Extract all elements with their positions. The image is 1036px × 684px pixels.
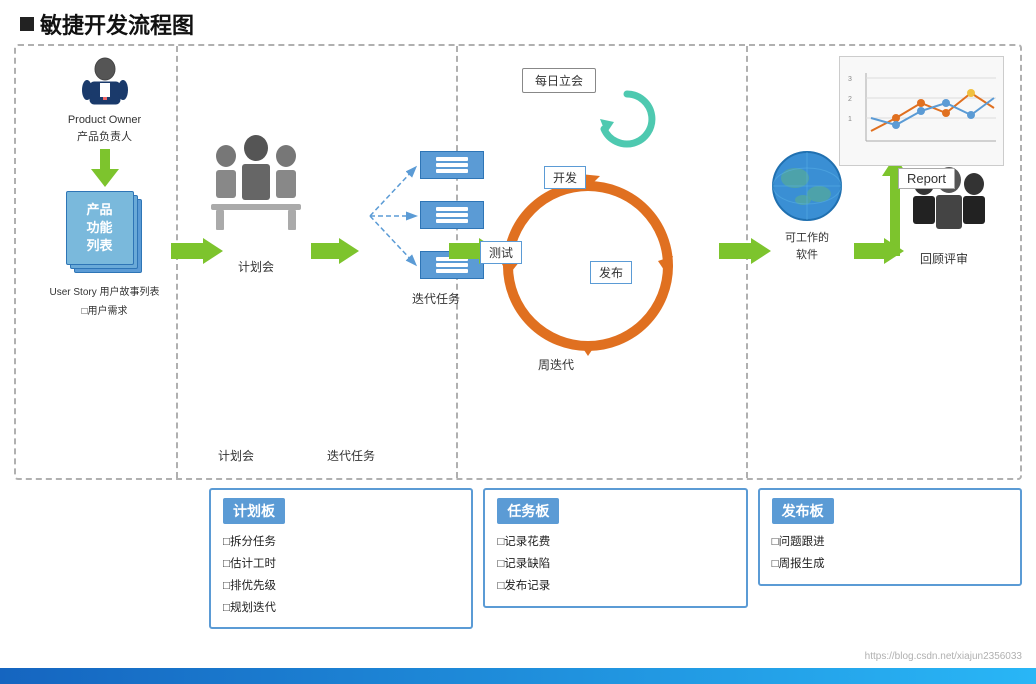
release-board: 发布板 □问题跟进 □周报生成 bbox=[758, 488, 1022, 586]
po-label: Product Owner 产品负责人 bbox=[68, 112, 141, 145]
develop-label: 开发 bbox=[544, 166, 586, 189]
product-stack: 产品 功能 列表 bbox=[64, 191, 146, 279]
title-square-icon bbox=[20, 17, 34, 31]
globe-label: 可工作的软件 bbox=[785, 230, 829, 263]
plan-item-1: □拆分任务 bbox=[223, 532, 459, 554]
user-story-label: User Story 用户故事列表 bbox=[49, 285, 159, 300]
plan-board: 计划板 □拆分任务 □估计工时 □排优先级 □规划迭代 bbox=[209, 488, 473, 629]
release-item-2: □周报生成 bbox=[772, 554, 1008, 576]
test-label: 测试 bbox=[480, 241, 522, 264]
release-label: 发布 bbox=[590, 261, 632, 284]
user-demand: □用户需求 bbox=[81, 302, 127, 317]
team-section: 计划会 bbox=[201, 126, 311, 275]
svg-text:1: 1 bbox=[848, 116, 852, 123]
page-wrapper: 敏捷开发流程图 Produc bbox=[0, 0, 1036, 684]
iter-section: 迭代任务 bbox=[360, 146, 470, 291]
sprint-label: 周迭代 bbox=[538, 356, 574, 373]
svg-text:3: 3 bbox=[848, 76, 852, 83]
release-item-1: □问题跟进 bbox=[772, 532, 1008, 554]
title-text: 敏捷开发流程图 bbox=[40, 8, 194, 40]
task-item-1: □记录花费 bbox=[497, 532, 733, 554]
report-label: Report bbox=[898, 168, 955, 189]
plan-item-3: □排优先级 bbox=[223, 576, 459, 598]
task-board: 任务板 □记录花费 □记录缺陷 □发布记录 bbox=[483, 488, 747, 608]
review-label: 回顾评审 bbox=[920, 250, 968, 267]
bottom-decoration bbox=[0, 668, 1036, 684]
arrow-meeting-iter bbox=[311, 238, 359, 264]
release-board-title: 发布板 bbox=[772, 498, 834, 524]
person-icon bbox=[78, 56, 132, 110]
panels-area: 计划板 □拆分任务 □估计工时 □排优先级 □规划迭代 任务板 □记录花费 □记… bbox=[14, 488, 1022, 629]
page-title: 敏捷开发流程图 bbox=[0, 0, 1036, 44]
plan-item-2: □估计工时 bbox=[223, 554, 459, 576]
plan-item-4: □规划迭代 bbox=[223, 598, 459, 620]
task-item-2: □记录缺陷 bbox=[497, 554, 733, 576]
report-chart: 1 2 3 bbox=[846, 63, 1001, 153]
watermark: https://blog.csdn.net/xiajun2356033 bbox=[865, 651, 1022, 662]
diagram-area: Product Owner 产品负责人 产品 功能 列表 User Story … bbox=[14, 44, 1022, 480]
task-board-title: 任务板 bbox=[497, 498, 559, 524]
down-arrow-1 bbox=[91, 149, 119, 187]
bottom-labels: 计划会 迭代任务 bbox=[16, 447, 1020, 464]
iter-label: 迭代任务 bbox=[412, 290, 460, 307]
team-icon bbox=[206, 126, 306, 256]
meeting-label: 计划会 bbox=[238, 258, 274, 275]
globe-icon bbox=[767, 146, 847, 226]
daily-standup-box: 每日立会 bbox=[522, 68, 596, 93]
po-section: Product Owner 产品负责人 产品 功能 列表 User Story … bbox=[32, 56, 177, 317]
report-section: 1 2 3 bbox=[839, 56, 1004, 166]
plan-board-title: 计划板 bbox=[223, 498, 285, 524]
svg-text:2: 2 bbox=[848, 96, 852, 103]
task-item-3: □发布记录 bbox=[497, 576, 733, 598]
